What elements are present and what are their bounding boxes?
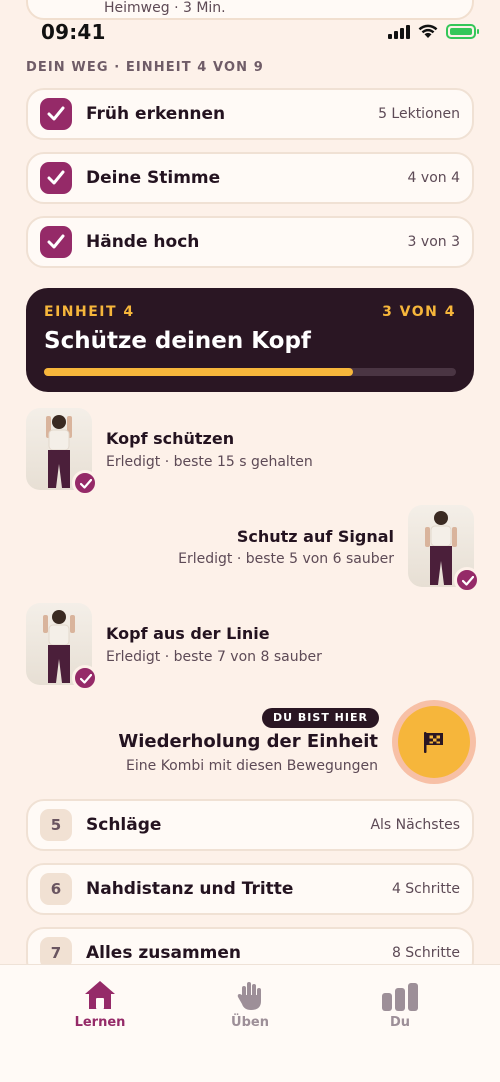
bar-chart-icon <box>382 983 418 1011</box>
tab-label: Üben <box>231 1015 269 1030</box>
unit-meta: 4 von 4 <box>407 170 460 186</box>
battery-cap <box>477 29 479 34</box>
path-section-label: DEIN WEG · EINHEIT 4 VON 9 <box>26 60 264 75</box>
checkbox-checked-icon <box>40 226 72 258</box>
tab-ueben[interactable]: Üben <box>190 975 310 1030</box>
unit-number: 6 <box>40 873 72 905</box>
unit-meta: 5 Lektionen <box>378 106 460 122</box>
unit-label: Alles zusammen <box>86 943 242 963</box>
unit-label: Deine Stimme <box>86 168 221 188</box>
unit-progress-text: 3 VON 4 <box>382 304 456 320</box>
hand-icon <box>237 982 261 1010</box>
unit-title: Schütze deinen Kopf <box>44 328 311 354</box>
unit-meta: 4 Schritte <box>391 881 460 897</box>
lesson-title: Kopf schützen <box>106 429 235 448</box>
unit-meta: 3 von 3 <box>407 234 460 250</box>
unit-row-schlaege[interactable]: 5 Schläge Als Nächstes <box>26 799 474 851</box>
unit-row-nahdistanz[interactable]: 6 Nahdistanz und Tritte 4 Schritte <box>26 863 474 915</box>
tab-label: Lernen <box>74 1015 126 1030</box>
lesson-done-check-icon <box>72 470 98 496</box>
previous-lesson-card[interactable]: Heimweg · 3 Min. <box>26 0 474 20</box>
unit-meta: 8 Schritte <box>391 945 460 961</box>
unit-label: Früh erkennen <box>86 104 226 124</box>
lesson-subtitle: Erledigt · beste 5 von 6 sauber <box>178 551 394 567</box>
bottom-tab-bar: Lernen Üben Du <box>0 964 500 1082</box>
unit-row-deine-stimme[interactable]: Deine Stimme 4 von 4 <box>26 152 474 204</box>
lesson-title: Schutz auf Signal <box>236 527 394 546</box>
home-icon <box>85 981 115 1009</box>
current-unit-card[interactable]: EINHEIT 4 3 VON 4 Schütze deinen Kopf <box>26 288 474 392</box>
unit-progress-bar <box>44 368 456 376</box>
tab-lernen[interactable]: Lernen <box>40 975 160 1030</box>
tab-label: Du <box>389 1015 411 1030</box>
wifi-icon <box>418 24 438 38</box>
lesson-subtitle: Erledigt · beste 15 s gehalten <box>106 454 313 470</box>
unit-eyebrow: EINHEIT 4 <box>44 304 135 320</box>
unit-row-haende-hoch[interactable]: Hände hoch 3 von 3 <box>26 216 474 268</box>
unit-label: Hände hoch <box>86 232 200 252</box>
start-review-button[interactable] <box>392 700 476 784</box>
battery-icon <box>446 24 476 39</box>
unit-label: Schläge <box>86 815 162 835</box>
checkbox-checked-icon <box>40 162 72 194</box>
unit-number: 5 <box>40 809 72 841</box>
status-time: 09:41 <box>41 20 106 44</box>
checkered-flag-icon <box>424 732 443 753</box>
unit-meta: Als Nächstes <box>370 817 460 833</box>
lesson-done-check-icon <box>72 665 98 691</box>
unit-progress-fill <box>44 368 353 376</box>
cellular-signal-icon <box>388 25 410 39</box>
start-review-button-face[interactable] <box>398 706 470 778</box>
lesson-subtitle: Erledigt · beste 7 von 8 sauber <box>106 649 322 665</box>
checkbox-checked-icon <box>40 98 72 130</box>
lesson-title: Kopf aus der Linie <box>106 624 270 643</box>
lesson-done-check-icon <box>454 567 480 593</box>
unit-label: Nahdistanz und Tritte <box>86 879 294 899</box>
tab-du[interactable]: Du <box>340 975 460 1030</box>
unit-row-frueh-erkennen[interactable]: Früh erkennen 5 Lektionen <box>26 88 474 140</box>
you-are-here-badge: DU BIST HIER <box>262 708 379 728</box>
previous-lesson-subtitle: Heimweg · 3 Min. <box>104 0 226 16</box>
current-lesson-subtitle: Eine Kombi mit diesen Bewegungen <box>126 758 378 774</box>
current-lesson-title: Wiederholung der Einheit <box>118 731 378 752</box>
